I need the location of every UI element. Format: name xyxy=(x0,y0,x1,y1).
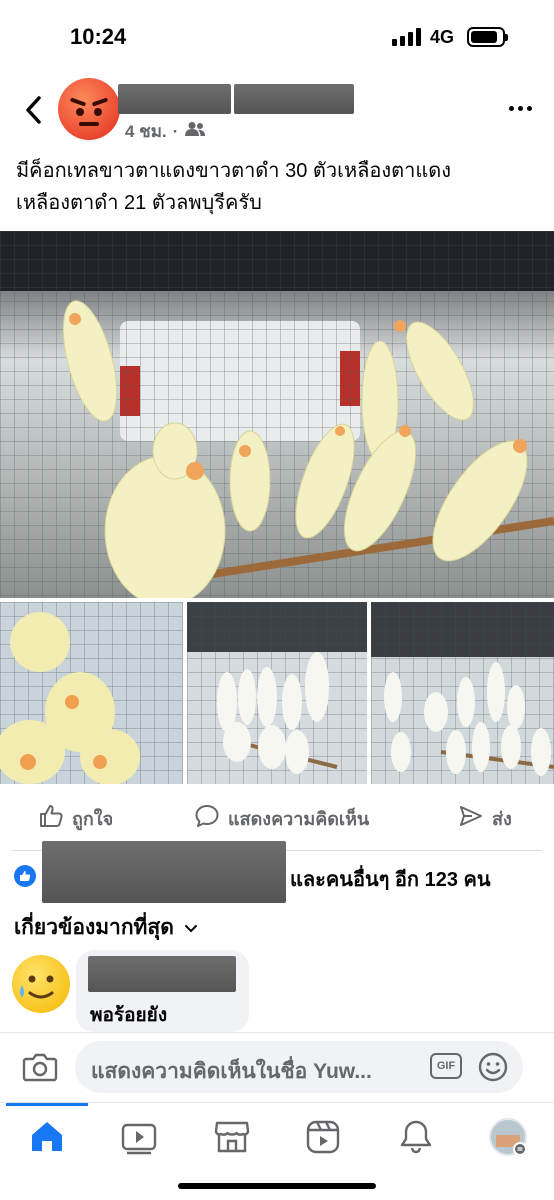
active-tab-indicator xyxy=(6,1103,88,1106)
post-photo-grid-2[interactable] xyxy=(187,602,367,784)
angry-face-avatar[interactable] xyxy=(58,78,120,140)
like-reaction-icon xyxy=(14,865,36,887)
reels-icon[interactable] xyxy=(303,1117,343,1157)
post-photo-grid-1[interactable] xyxy=(0,602,183,784)
post-actions: ถูกใจ แสดงความคิดเห็น ส่ง xyxy=(0,803,554,845)
reactions-summary[interactable]: และคนอื่นๆ อีก 123 คน xyxy=(14,841,544,903)
battery-icon xyxy=(467,27,508,47)
smiley-icon[interactable] xyxy=(477,1051,509,1088)
like-label: ถูกใจ xyxy=(72,809,114,829)
profile-avatar[interactable] xyxy=(488,1117,528,1157)
smiling-tear-face-avatar[interactable] xyxy=(12,955,70,1013)
comment-bubble-icon xyxy=(194,803,220,834)
share-label: ส่ง xyxy=(492,809,512,829)
like-button[interactable]: ถูกใจ xyxy=(38,803,113,834)
comment-input-placeholder: แสดงความคิดเห็นในชื่อ Yuw... xyxy=(91,1060,372,1083)
status-time: 10:24 xyxy=(70,24,127,49)
caption-line: เหลืองตาดำ 21 ตัวลพบุรีครับ xyxy=(16,192,262,214)
post-meta: 4 ชม. · xyxy=(125,118,206,145)
comment-label: แสดงความคิดเห็น xyxy=(228,809,370,829)
comment-composer: แสดงความคิดเห็นในชื่อ Yuw... GIF xyxy=(0,1032,554,1102)
marketplace-icon[interactable] xyxy=(212,1117,252,1157)
redacted-author-name[interactable] xyxy=(118,84,231,114)
comment-sort-label: เกี่ยวข้องมากที่สุด xyxy=(14,916,174,939)
post-caption: มีค็อกเทลขาวตาแดงขาวตาดำ 30 ตัวเหลืองตาแ… xyxy=(16,155,536,219)
friends-icon xyxy=(184,121,206,142)
signal-icon xyxy=(392,28,421,46)
meta-separator: · xyxy=(172,121,179,141)
send-icon xyxy=(458,803,484,834)
back-icon[interactable] xyxy=(20,92,50,128)
home-icon[interactable] xyxy=(27,1117,67,1157)
redacted-group-name[interactable] xyxy=(234,84,354,114)
post-time[interactable]: 4 ชม. xyxy=(125,118,167,145)
post-photo-grid-3[interactable] xyxy=(371,602,554,784)
more-horizontal-icon[interactable] xyxy=(509,106,532,111)
camera-icon[interactable] xyxy=(22,1051,58,1088)
post-photo-main[interactable] xyxy=(0,231,554,598)
status-bar: 10:24 4G xyxy=(0,0,554,76)
home-indicator xyxy=(178,1183,376,1189)
comment-button[interactable]: แสดงความคิดเห็น xyxy=(194,803,369,834)
comment-bubble[interactable]: พอร้อยยัง xyxy=(76,950,249,1032)
bell-icon[interactable] xyxy=(396,1117,436,1157)
redacted-reactor-names[interactable] xyxy=(42,841,286,903)
redacted-commenter-name[interactable] xyxy=(88,956,236,992)
video-icon[interactable] xyxy=(119,1117,159,1157)
gif-button[interactable]: GIF xyxy=(430,1053,462,1079)
share-button[interactable]: ส่ง xyxy=(458,803,512,834)
thumbs-up-icon xyxy=(38,803,64,834)
comment-text: พอร้อยยัง xyxy=(90,1005,168,1026)
chevron-down-icon xyxy=(184,916,198,940)
caption-line: มีค็อกเทลขาวตาแดงขาวตาดำ 30 ตัวเหลืองตาแ… xyxy=(16,160,452,182)
reactions-others-text[interactable]: และคนอื่นๆ อีก 123 คน xyxy=(290,863,491,895)
comment-input[interactable]: แสดงความคิดเห็นในชื่อ Yuw... GIF xyxy=(75,1041,523,1093)
comment-sort-dropdown[interactable]: เกี่ยวข้องมากที่สุด xyxy=(14,911,198,944)
network-type: 4G xyxy=(430,27,455,47)
